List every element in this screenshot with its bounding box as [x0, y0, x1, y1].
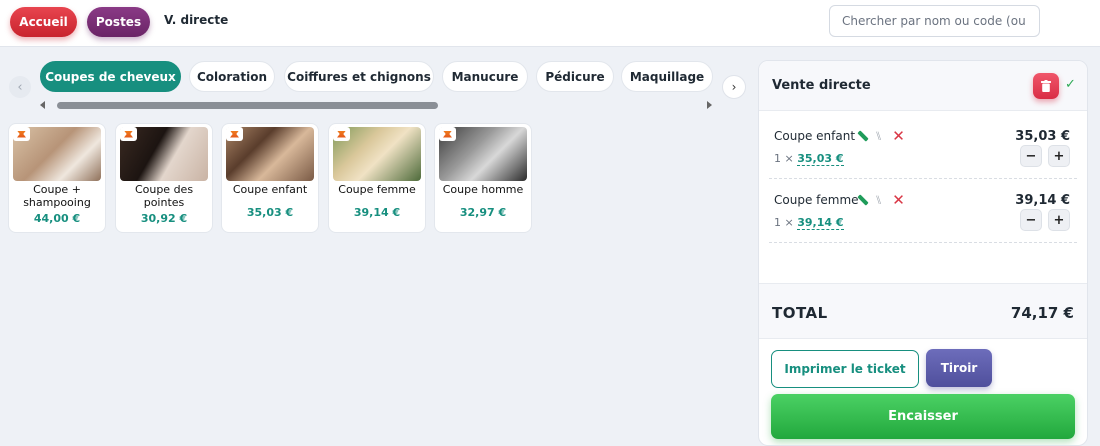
scissors-icon: [226, 127, 243, 141]
unit-price[interactable]: 35,03 €: [797, 152, 844, 166]
product-price: 44,00 €: [33, 212, 81, 225]
line-item-name: Coupe enfant: [774, 129, 856, 143]
product-card[interactable]: Coupe + shampooing 44,00 €: [8, 123, 106, 233]
tab-manucure[interactable]: Manucure: [442, 61, 528, 92]
product-price: 32,97 €: [459, 206, 507, 219]
breadcrumb: V. directe: [164, 13, 229, 27]
quantity-prefix: 1 ×: [774, 152, 794, 165]
fork-knife-icon[interactable]: ⑊: [875, 129, 882, 143]
tab-coloration[interactable]: Coloration: [189, 61, 275, 92]
total-row: TOTAL 74,17 €: [759, 283, 1087, 339]
tab-maquillage[interactable]: Maquillage: [621, 61, 713, 92]
product-price: 30,92 €: [140, 212, 188, 225]
chevron-left-icon[interactable]: ‹: [9, 76, 31, 98]
sale-title: Vente directe: [772, 78, 871, 93]
fork-knife-icon[interactable]: ⑊: [875, 193, 882, 207]
posts-button[interactable]: Postes: [87, 7, 150, 37]
product-card[interactable]: Coupe femme 39,14 €: [328, 123, 426, 233]
unit-price[interactable]: 39,14 €: [797, 216, 844, 230]
product-card[interactable]: Coupe enfant 35,03 €: [221, 123, 319, 233]
quantity-prefix: 1 ×: [774, 216, 794, 229]
delete-cross-icon[interactable]: ✕: [892, 129, 905, 144]
scrollbar-thumb[interactable]: [57, 102, 438, 109]
line-quantity: 1 × 39,14 €: [774, 216, 844, 230]
top-bar: Accueil Postes V. directe: [0, 0, 1100, 47]
product-name: Coupe des pointes: [134, 183, 194, 209]
total-value: 74,17 €: [1010, 304, 1074, 322]
product-name: Coupe femme: [338, 183, 416, 196]
check-icon[interactable]: ✓: [1065, 77, 1076, 92]
chevron-right-icon[interactable]: ›: [722, 75, 746, 99]
product-card[interactable]: Coupe homme 32,97 €: [434, 123, 532, 233]
line-actions: ⑊ ✕: [857, 193, 905, 208]
decrement-button[interactable]: −: [1020, 145, 1042, 167]
scroll-left-arrow-icon[interactable]: [40, 101, 45, 109]
sale-panel: Vente directe ✓ Coupe enfant ⑊ ✕ 35,03 €…: [758, 60, 1088, 446]
decrement-button[interactable]: −: [1020, 209, 1042, 231]
sale-line: Coupe femme ⑊ ✕ 39,14 € 1 × 39,14 € − +: [769, 179, 1077, 243]
category-scrollbar[interactable]: [40, 101, 712, 110]
product-price: 39,14 €: [353, 206, 401, 219]
edit-pencil-icon[interactable]: [857, 194, 869, 206]
increment-button[interactable]: +: [1048, 145, 1070, 167]
open-drawer-button[interactable]: Tiroir: [926, 349, 992, 387]
print-receipt-button[interactable]: Imprimer le ticket: [771, 350, 919, 388]
scissors-icon: [13, 127, 30, 141]
product-card[interactable]: Coupe des pointes 30,92 €: [115, 123, 213, 233]
tab-coupes-de-cheveux[interactable]: Coupes de cheveux: [40, 61, 181, 92]
scroll-right-arrow-icon[interactable]: [707, 101, 712, 109]
edit-pencil-icon[interactable]: [857, 130, 869, 142]
tab-coiffures-et-chignons[interactable]: Coiffures et chignons: [284, 61, 434, 92]
scissors-icon: [333, 127, 350, 141]
home-button[interactable]: Accueil: [10, 7, 77, 37]
clear-sale-button[interactable]: [1033, 73, 1059, 99]
line-total: 35,03 €: [1015, 129, 1070, 144]
line-actions: ⑊ ✕: [857, 129, 905, 144]
sale-header: Vente directe ✓: [759, 61, 1087, 111]
trash-icon: [1041, 80, 1051, 92]
line-quantity: 1 × 35,03 €: [774, 152, 844, 166]
increment-button[interactable]: +: [1048, 209, 1070, 231]
product-name: Coupe enfant: [232, 183, 308, 196]
tab-pedicure[interactable]: Pédicure: [536, 61, 614, 92]
checkout-button[interactable]: Encaisser: [771, 394, 1075, 439]
sale-line: Coupe enfant ⑊ ✕ 35,03 € 1 × 35,03 € − +: [769, 115, 1077, 179]
total-label: TOTAL: [772, 304, 828, 322]
search-input[interactable]: [829, 5, 1040, 37]
scissors-icon: [439, 127, 456, 141]
delete-cross-icon[interactable]: ✕: [892, 193, 905, 208]
product-name: Coupe + shampooing: [23, 183, 91, 209]
product-name: Coupe homme: [442, 183, 524, 196]
product-price: 35,03 €: [246, 206, 294, 219]
line-total: 39,14 €: [1015, 193, 1070, 208]
scissors-icon: [120, 127, 137, 141]
line-item-name: Coupe femme: [774, 193, 859, 207]
